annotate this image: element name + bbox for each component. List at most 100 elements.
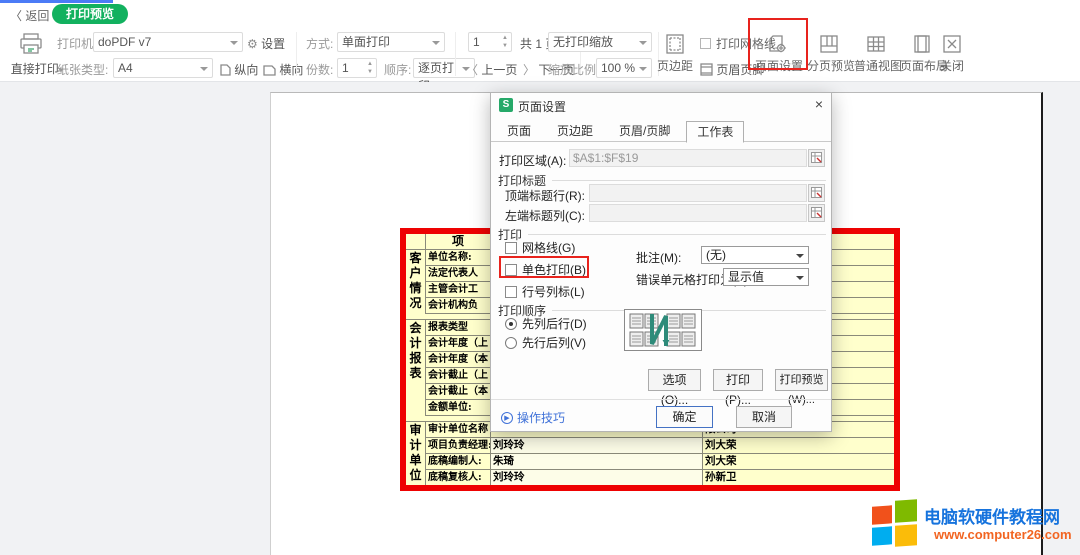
table-cell: 金额单位: <box>426 400 491 416</box>
ok-button[interactable]: 确定 <box>656 406 713 428</box>
table-cell: 会计机构负 <box>426 298 491 314</box>
portrait-button[interactable]: 纵向 <box>220 61 258 78</box>
portrait-label: 纵向 <box>234 63 258 77</box>
chevron-right-icon: 〉 <box>523 63 535 77</box>
order-label: 顺序: <box>384 61 411 78</box>
dialog-close-icon[interactable]: × <box>815 96 823 112</box>
site-watermark: 电脑软硬件教程网 www.computer26.com <box>868 497 1080 553</box>
left-title-cols-label: 左端标题列(C): <box>505 207 585 224</box>
table-cell: 会计截止（本 <box>426 384 491 400</box>
checkbox-icon <box>505 286 517 298</box>
printer-select[interactable]: doPDF v7 <box>93 32 243 52</box>
over-then-down-radio[interactable]: 先行后列(V) <box>505 334 586 351</box>
table-cell: 底稿编制人: <box>426 454 491 470</box>
printer-icon <box>18 32 44 59</box>
printer-settings-button[interactable]: ⚙ 设置 <box>247 35 285 52</box>
top-title-rows-input[interactable] <box>589 184 807 202</box>
table-cell: 主管会计工 <box>426 282 491 298</box>
tab-sheet[interactable]: 工作表 <box>686 121 744 143</box>
print-mode-select[interactable]: 单面打印 <box>337 32 445 52</box>
dialog-tabs: 页面 页边距 页眉/页脚 工作表 <box>491 117 831 142</box>
print-button[interactable]: 打印(P)... <box>713 369 763 391</box>
section-label: 客户情况 <box>406 250 426 314</box>
close-preview-label: 关闭 <box>933 57 971 74</box>
close-preview-button[interactable]: 关闭 <box>933 31 971 79</box>
header-footer-icon <box>700 63 713 76</box>
table-cell: 法定代表人 <box>426 266 491 282</box>
range-picker-button[interactable] <box>808 149 825 167</box>
checkbox-icon <box>505 264 517 276</box>
table-cell: 审计单位名称 <box>426 422 491 438</box>
normal-view-button[interactable]: 普通视图 <box>854 31 898 79</box>
print-preview-badge: 打印预览 <box>52 4 128 24</box>
copies-stepper[interactable]: 1 ▲ ▼ <box>337 58 377 78</box>
print-order-preview-image <box>624 309 702 351</box>
tab-page[interactable]: 页面 <box>497 121 541 142</box>
pagebreak-preview-label: 分页预览 <box>807 57 851 74</box>
cell-errors-select[interactable]: 显示值 <box>723 268 809 286</box>
headings-checkbox[interactable]: 行号列标(L) <box>505 283 585 300</box>
left-title-cols-input[interactable] <box>589 204 807 222</box>
page-number-stepper[interactable]: 1 ▲ ▼ <box>468 32 512 52</box>
table-cell: 刘玲玲 <box>491 470 703 485</box>
table-cell: 会计年度（上 <box>426 336 491 352</box>
table-cell: 刘玲玲 <box>491 438 703 454</box>
dialog-title: 页面设置 <box>518 98 566 115</box>
comments-select[interactable]: (无) <box>701 246 809 264</box>
play-icon: ▶ <box>501 412 513 424</box>
paper-type-select[interactable]: A4 <box>113 58 213 78</box>
table-cell: 刘大荣 <box>703 438 894 454</box>
range-picker-button[interactable] <box>808 204 825 222</box>
gridlines-checkbox[interactable]: 网格线(G) <box>505 239 575 256</box>
margins-button[interactable]: 页边距 <box>653 31 697 79</box>
dialog-titlebar[interactable]: S 页面设置 × <box>491 93 831 117</box>
mono-print-checkbox[interactable]: 单色打印(B) <box>505 261 586 278</box>
range-picker-button[interactable] <box>808 184 825 202</box>
print-area-label: 打印区域(A): <box>499 152 566 169</box>
table-header: 项 <box>426 234 491 250</box>
tips-label: 操作技巧 <box>517 409 565 426</box>
down-then-over-radio[interactable]: 先列后行(D) <box>505 315 587 332</box>
copies-label: 份数: <box>306 61 333 78</box>
prev-page-label: 上一页 <box>481 63 517 77</box>
tab-header-footer[interactable]: 页眉/页脚 <box>609 121 680 142</box>
normal-view-icon <box>865 33 887 55</box>
cancel-button[interactable]: 取消 <box>736 406 792 428</box>
dialog-divider <box>491 399 831 400</box>
back-button[interactable]: 〈 返回 <box>10 7 49 24</box>
stepper-down-icon[interactable]: ▼ <box>367 70 373 75</box>
radio-icon <box>505 318 517 330</box>
tips-link[interactable]: ▶ 操作技巧 <box>501 409 565 426</box>
pagebreak-preview-button[interactable]: 分页预览 <box>807 31 851 79</box>
print-preview-button[interactable]: 打印预览(W)... <box>775 369 828 391</box>
prev-page-button[interactable]: 〈 上一页 <box>466 61 517 78</box>
stepper-up-icon[interactable]: ▲ <box>367 62 373 67</box>
stepper-up-icon[interactable]: ▲ <box>502 36 508 41</box>
chevron-left-icon: 〈 <box>466 63 478 77</box>
page-setup-dialog: S 页面设置 × 页面 页边距 页眉/页脚 工作表 打印区域(A): $A$1:… <box>490 92 832 432</box>
page-setup-button[interactable]: 页面设置 <box>755 31 799 79</box>
print-scaling-select[interactable]: 无打印缩放 <box>548 32 652 52</box>
stepper-down-icon[interactable]: ▼ <box>502 44 508 49</box>
watermark-title: 电脑软硬件教程网 <box>924 503 1060 528</box>
gear-icon: ⚙ <box>247 37 258 51</box>
table-cell: 单位名称: <box>426 250 491 266</box>
print-area-input[interactable]: $A$1:$F$19 <box>569 149 807 167</box>
settings-label: 设置 <box>261 37 285 51</box>
landscape-button[interactable]: 横向 <box>263 61 303 78</box>
printer-label: 打印机: <box>57 35 96 52</box>
margins-label: 页边距 <box>653 57 697 74</box>
back-icon: 〈 <box>10 9 22 23</box>
paper-type-label: 纸张类型: <box>57 61 108 78</box>
top-strip: 〈 返回 打印预览 <box>0 0 1080 28</box>
tab-indicator <box>0 0 113 3</box>
checkbox-icon <box>700 38 711 49</box>
gridlines-label: 网格线(G) <box>522 239 575 256</box>
down-then-over-label: 先列后行(D) <box>522 315 587 332</box>
section-label: 会计报表 <box>406 320 426 416</box>
zoom-label: 缩放比例 <box>548 61 596 78</box>
close-icon <box>941 33 963 55</box>
tab-margins[interactable]: 页边距 <box>547 121 603 142</box>
options-button[interactable]: 选项(O)... <box>648 369 701 391</box>
zoom-select[interactable]: 100 % <box>596 58 652 78</box>
